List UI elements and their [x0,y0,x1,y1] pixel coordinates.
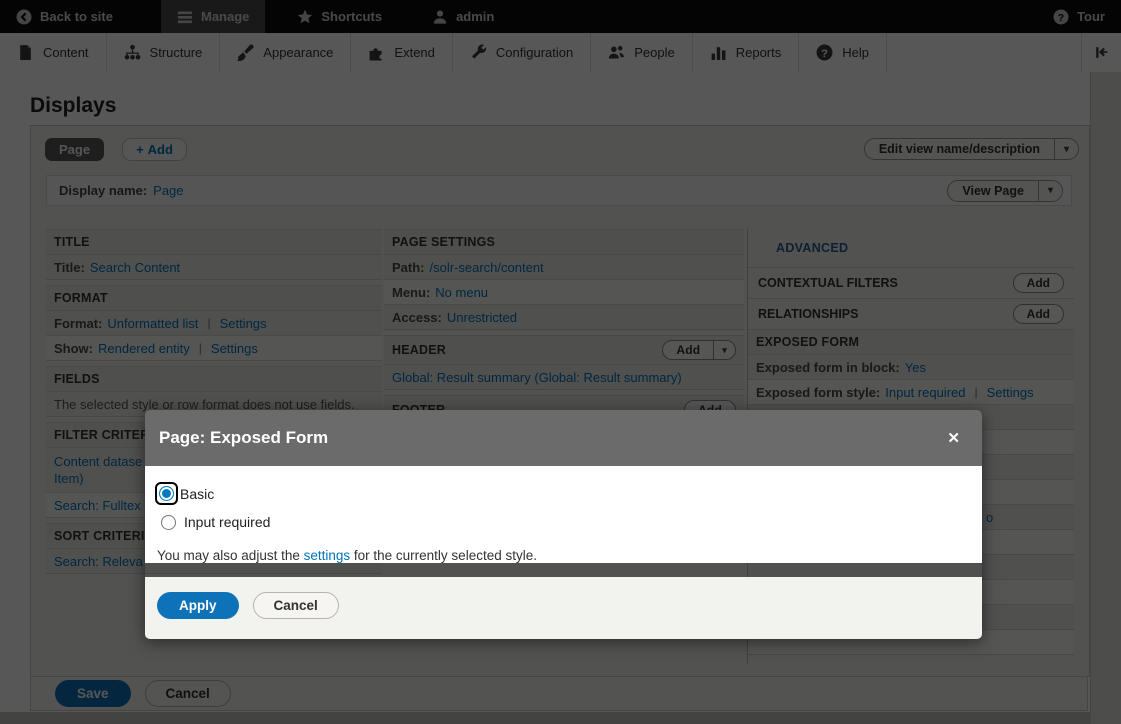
dialog-note: You may also adjust the settings for the… [157,548,968,563]
note-suffix: for the currently selected style. [350,548,537,563]
dialog-buttonpane: Apply Cancel [145,577,982,639]
radio-selected-icon[interactable] [159,486,174,501]
radio-basic-label: Basic [180,486,214,502]
dialog-cancel-button[interactable]: Cancel [253,592,339,619]
focus-ring [155,482,178,505]
radio-unselected-icon[interactable] [161,515,176,530]
settings-link[interactable]: settings [304,548,351,563]
dialog-body: Basic Input required You may also adjust… [145,466,982,563]
exposed-form-dialog: Page: Exposed Form ✕ Basic Input require… [145,410,982,639]
drupal-admin-screen: Back to site Manage Shortcuts admin ? To [0,0,1121,724]
apply-button[interactable]: Apply [157,592,239,619]
close-icon[interactable]: ✕ [939,425,968,451]
radio-input-required-label: Input required [184,514,270,530]
radio-option-basic[interactable]: Basic [155,482,968,505]
dialog-titlebar: Page: Exposed Form ✕ [145,410,982,466]
note-prefix: You may also adjust the [157,548,304,563]
dialog-title: Page: Exposed Form [159,428,939,448]
radio-option-input-required[interactable]: Input required [155,514,968,530]
